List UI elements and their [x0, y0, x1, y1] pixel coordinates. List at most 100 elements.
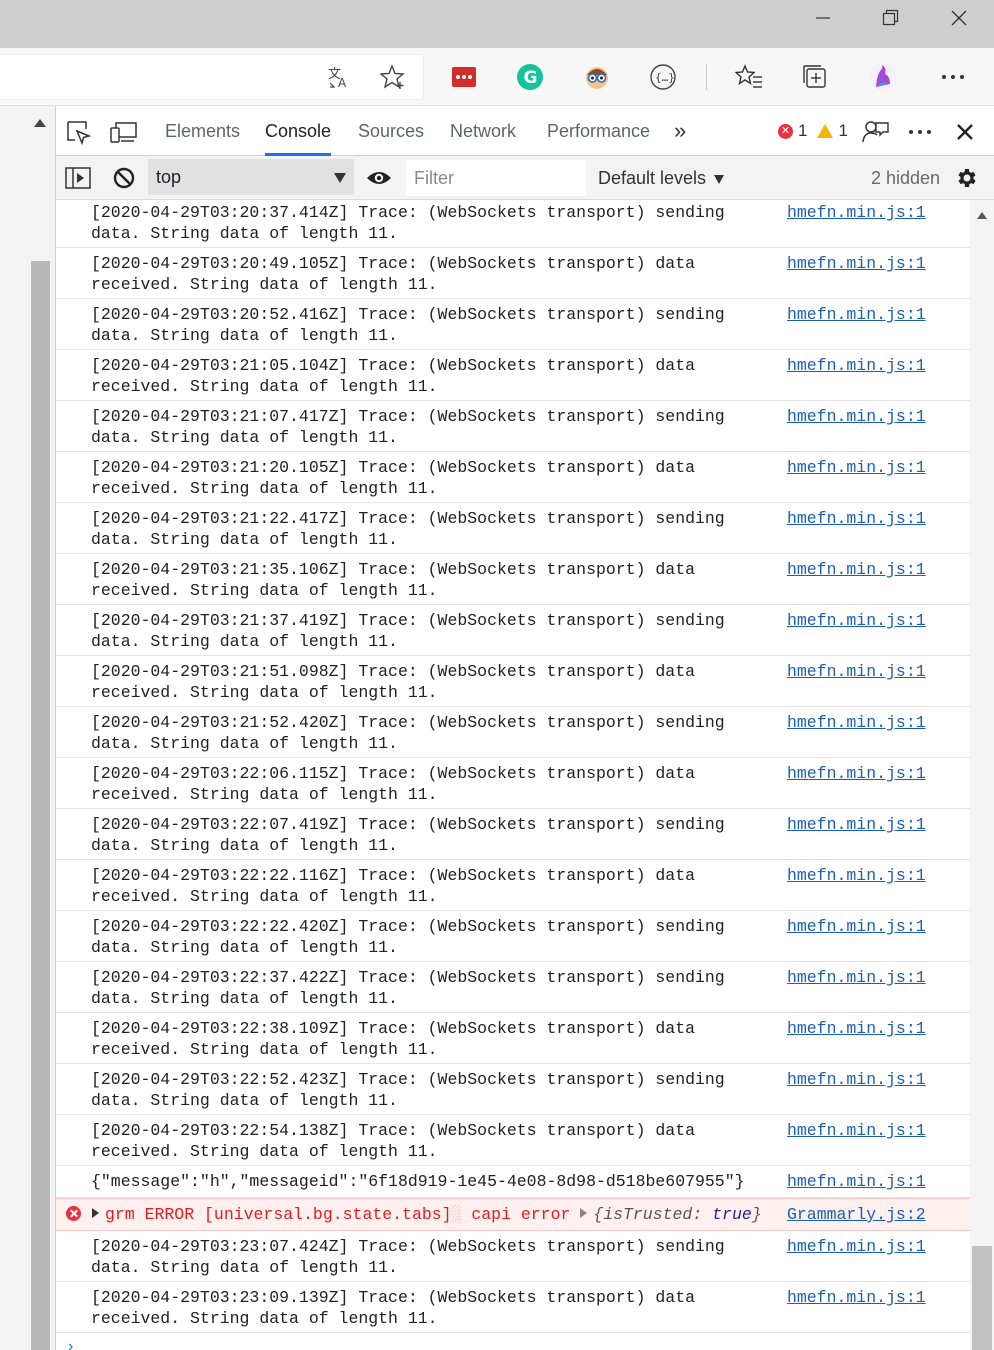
- favorites-list-icon[interactable]: [732, 60, 766, 94]
- message-source-link[interactable]: hmefn.min.js:1: [787, 406, 926, 427]
- close-devtools-icon[interactable]: [949, 117, 981, 147]
- address-bar[interactable]: [0, 54, 424, 100]
- message-text: [2020-04-29T03:21:52.420Z] Trace: (WebSo…: [91, 712, 781, 754]
- devtools-more-icon[interactable]: [904, 117, 936, 147]
- clear-console-icon[interactable]: [108, 163, 140, 193]
- console-toolbar: top Default levels 2 hidden: [56, 156, 994, 200]
- error-count: 1: [798, 121, 808, 140]
- grammarly-icon[interactable]: G: [513, 60, 547, 94]
- console-scrollbar[interactable]: [970, 200, 994, 1350]
- console-message: [2020-04-29T03:21:22.417Z] Trace: (WebSo…: [56, 503, 970, 554]
- message-text: [2020-04-29T03:22:07.419Z] Trace: (WebSo…: [91, 814, 781, 856]
- message-source-link[interactable]: hmefn.min.js:1: [787, 814, 926, 835]
- tab-performance[interactable]: Performance: [547, 106, 650, 156]
- message-source-link[interactable]: hmefn.min.js:1: [787, 202, 926, 223]
- object-open-brace: {: [593, 1205, 604, 1224]
- scroll-up-arrow-icon[interactable]: [977, 212, 987, 219]
- inspect-element-icon[interactable]: [62, 117, 94, 147]
- tab-elements[interactable]: Elements: [165, 106, 240, 156]
- message-source-link[interactable]: hmefn.min.js:1: [787, 916, 926, 937]
- message-line-1: [2020-04-29T03:21:22.417Z] Trace: (WebSo…: [91, 509, 725, 528]
- expand-arrow-icon[interactable]: [92, 1208, 99, 1218]
- message-source-link[interactable]: hmefn.min.js:1: [787, 559, 926, 580]
- console-message: [2020-04-29T03:22:52.423Z] Trace: (WebSo…: [56, 1064, 970, 1115]
- message-line-2: received. String data of length 11.: [91, 581, 438, 600]
- favorite-star-icon[interactable]: [376, 60, 410, 94]
- console-scrollbar-thumb[interactable]: [972, 1246, 992, 1350]
- message-text: [2020-04-29T03:20:49.105Z] Trace: (WebSo…: [91, 253, 781, 295]
- message-source-link[interactable]: Grammarly.js:2: [787, 1204, 926, 1225]
- message-source-link[interactable]: hmefn.min.js:1: [787, 457, 926, 478]
- message-source-link[interactable]: hmefn.min.js:1: [787, 865, 926, 886]
- message-line-1: [2020-04-29T03:21:52.420Z] Trace: (WebSo…: [91, 713, 725, 732]
- lastpass-icon[interactable]: [447, 60, 481, 94]
- message-source-link[interactable]: hmefn.min.js:1: [787, 1171, 926, 1192]
- tab-sources[interactable]: Sources: [358, 106, 424, 156]
- svg-text:G: G: [524, 68, 538, 88]
- message-source-link[interactable]: hmefn.min.js:1: [787, 712, 926, 733]
- message-line-2: data. String data of length 11.: [91, 836, 398, 855]
- translate-icon[interactable]: 文A: [322, 60, 356, 94]
- error-glyph: ░: [451, 1205, 462, 1224]
- error-object[interactable]: {isTrusted: true}: [593, 1205, 761, 1224]
- issue-counters[interactable]: ✕ 1 1: [778, 120, 848, 142]
- minimize-icon[interactable]: [790, 0, 856, 36]
- message-line-1: [2020-04-29T03:20:37.414Z] Trace: (WebSo…: [91, 203, 725, 222]
- console-sidebar-icon[interactable]: [62, 163, 94, 193]
- message-text: [2020-04-29T03:21:35.106Z] Trace: (WebSo…: [91, 559, 781, 601]
- context-value: top: [156, 167, 182, 187]
- message-source-link[interactable]: hmefn.min.js:1: [787, 967, 926, 988]
- message-line-2: data. String data of length 11.: [91, 632, 398, 651]
- collections-icon[interactable]: [798, 60, 832, 94]
- message-source-link[interactable]: hmefn.min.js:1: [787, 1018, 926, 1039]
- json-viewer-icon[interactable]: {…}: [646, 60, 680, 94]
- message-line-2: data. String data of length 11.: [91, 989, 398, 1008]
- object-separator: :: [692, 1205, 713, 1224]
- console-message: [2020-04-29T03:22:38.109Z] Trace: (WebSo…: [56, 1013, 970, 1064]
- more-menu-icon[interactable]: [936, 60, 970, 94]
- message-line-2: received. String data of length 11.: [91, 479, 438, 498]
- message-text: [2020-04-29T03:20:52.416Z] Trace: (WebSo…: [91, 304, 781, 346]
- message-line-1: [2020-04-29T03:22:07.419Z] Trace: (WebSo…: [91, 815, 725, 834]
- message-line-1: [2020-04-29T03:20:52.416Z] Trace: (WebSo…: [91, 305, 725, 324]
- console-prompt[interactable]: ›: [68, 1338, 73, 1350]
- feedback-icon[interactable]: [859, 117, 891, 147]
- message-source-link[interactable]: hmefn.min.js:1: [787, 1236, 926, 1257]
- message-line-2: received. String data of length 11.: [91, 1309, 438, 1328]
- console-settings-gear-icon[interactable]: [950, 163, 982, 193]
- message-source-link[interactable]: hmefn.min.js:1: [787, 763, 926, 784]
- more-tabs-button[interactable]: »: [674, 106, 686, 156]
- log-levels-dropdown[interactable]: Default levels: [598, 156, 725, 200]
- expand-object-arrow-icon[interactable]: [580, 1208, 588, 1218]
- console-message: [2020-04-29T03:23:09.139Z] Trace: (WebSo…: [56, 1282, 970, 1333]
- page-scroll-up-icon[interactable]: [34, 114, 46, 132]
- console-message: [2020-04-29T03:22:06.115Z] Trace: (WebSo…: [56, 758, 970, 809]
- message-source-link[interactable]: hmefn.min.js:1: [787, 355, 926, 376]
- message-source-link[interactable]: hmefn.min.js:1: [787, 1069, 926, 1090]
- message-source-link[interactable]: hmefn.min.js:1: [787, 508, 926, 529]
- live-expression-eye-icon[interactable]: [363, 163, 395, 193]
- message-source-link[interactable]: hmefn.min.js:1: [787, 610, 926, 631]
- message-line-2: data. String data of length 11.: [91, 938, 398, 957]
- message-source-link[interactable]: hmefn.min.js:1: [787, 253, 926, 274]
- error-message-text: grm ERROR [universal.bg.state.tabs]░ cap…: [92, 1204, 782, 1225]
- message-source-link[interactable]: hmefn.min.js:1: [787, 1120, 926, 1141]
- message-line-1: [2020-04-29T03:22:54.138Z] Trace: (WebSo…: [91, 1121, 695, 1140]
- close-window-icon[interactable]: [926, 0, 992, 36]
- message-source-link[interactable]: hmefn.min.js:1: [787, 661, 926, 682]
- context-selector[interactable]: top: [148, 159, 354, 195]
- message-line-2: received. String data of length 11.: [91, 1142, 438, 1161]
- console-filter-input[interactable]: [406, 160, 586, 196]
- tab-network[interactable]: Network: [450, 106, 516, 156]
- device-emulation-icon[interactable]: [108, 117, 140, 147]
- profile-avatar-icon[interactable]: [866, 60, 900, 94]
- restore-icon[interactable]: [858, 0, 924, 36]
- message-source-link[interactable]: hmefn.min.js:1: [787, 1287, 926, 1308]
- tab-console[interactable]: Console: [265, 106, 332, 156]
- message-line-1: [2020-04-29T03:22:06.115Z] Trace: (WebSo…: [91, 764, 695, 783]
- extension-face-icon[interactable]: [580, 60, 614, 94]
- svg-text:{…}: {…}: [655, 71, 675, 84]
- message-line-1: [2020-04-29T03:21:35.106Z] Trace: (WebSo…: [91, 560, 695, 579]
- page-scrollbar-thumb[interactable]: [31, 261, 50, 1350]
- message-source-link[interactable]: hmefn.min.js:1: [787, 304, 926, 325]
